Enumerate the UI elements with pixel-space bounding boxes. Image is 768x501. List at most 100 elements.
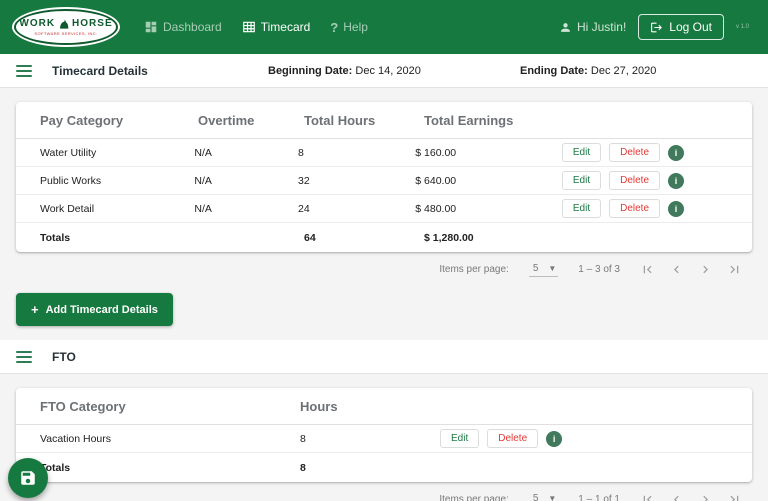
brand-word-work: WORK <box>19 19 55 29</box>
brand-subtitle: SOFTWARE SERVICES, INC. <box>34 31 97 36</box>
nav-item-help[interactable]: ? Help <box>330 20 368 35</box>
dashboard-icon <box>144 20 158 34</box>
page-size-value: 5 <box>533 263 539 274</box>
logout-button[interactable]: Log Out <box>638 14 724 40</box>
cell-earnings: $ 480.00 <box>415 203 562 215</box>
beginning-date: Beginning Date: Dec 14, 2020 <box>268 65 421 77</box>
delete-button[interactable]: Delete <box>609 171 660 190</box>
plus-icon: + <box>31 302 39 317</box>
col-fto-category: FTO Category <box>40 399 300 414</box>
page-size-value: 5 <box>533 493 539 501</box>
timecard-table-header: Pay Category Overtime Total Hours Total … <box>16 102 752 139</box>
cell-overtime: N/A <box>194 203 298 215</box>
next-page-icon[interactable] <box>698 262 713 277</box>
page-range-text: 1 – 3 of 3 <box>578 264 620 275</box>
fto-totals-row: Totals 8 <box>16 453 752 482</box>
totals-hours: 64 <box>304 232 424 244</box>
cell-overtime: N/A <box>194 175 298 187</box>
add-timecard-details-button[interactable]: + Add Timecard Details <box>16 293 173 326</box>
edit-button[interactable]: Edit <box>562 143 601 162</box>
col-pay-category: Pay Category <box>40 113 198 128</box>
beginning-date-label: Beginning Date: <box>268 65 352 77</box>
delete-button[interactable]: Delete <box>609 199 660 218</box>
edit-button[interactable]: Edit <box>562 199 601 218</box>
totals-label: Totals <box>40 232 198 244</box>
timecard-section-title: Timecard Details <box>52 64 148 78</box>
logout-icon <box>650 21 663 34</box>
fto-section-title: FTO <box>52 350 76 364</box>
cell-overtime: N/A <box>194 147 298 159</box>
timecard-table: Pay Category Overtime Total Hours Total … <box>16 102 752 252</box>
nav-item-timecard[interactable]: Timecard <box>242 20 311 34</box>
cell-category: Work Detail <box>40 203 194 215</box>
col-total-hours: Total Hours <box>304 113 424 128</box>
cell-hours: 8 <box>298 147 415 159</box>
edit-button[interactable]: Edit <box>440 429 479 448</box>
fto-totals-hours: 8 <box>300 462 440 474</box>
items-per-page-label: Items per page: <box>439 264 508 275</box>
table-row: Work Detail N/A 24 $ 480.00 Edit Delete … <box>16 195 752 223</box>
paginator-controls <box>640 262 742 277</box>
page-size-select[interactable]: 5 ▼ <box>529 492 558 501</box>
fto-totals-label: Totals <box>40 462 300 474</box>
add-button-label: Add Timecard Details <box>46 304 158 316</box>
cell-hours: 32 <box>298 175 415 187</box>
next-page-icon[interactable] <box>698 492 713 501</box>
nav-item-dashboard[interactable]: Dashboard <box>144 20 222 34</box>
cell-category: Public Works <box>40 175 194 187</box>
fto-menu-icon[interactable] <box>16 351 32 363</box>
timecard-totals-row: Totals 64 $ 1,280.00 <box>16 223 752 252</box>
brand-word-horse: HORSE <box>72 19 113 29</box>
delete-button[interactable]: Delete <box>609 143 660 162</box>
paginator-controls <box>640 492 742 501</box>
table-row: Water Utility N/A 8 $ 160.00 Edit Delete… <box>16 139 752 167</box>
ending-date-label: Ending Date: <box>520 65 588 77</box>
col-total-earnings: Total Earnings <box>424 113 574 128</box>
first-page-icon[interactable] <box>640 492 655 501</box>
nav-label-help: Help <box>343 20 368 34</box>
workhorse-logo[interactable]: WORK HORSE SOFTWARE SERVICES, INC. <box>14 9 118 45</box>
last-page-icon[interactable] <box>727 492 742 501</box>
fto-section-header: FTO <box>0 340 768 374</box>
timecard-menu-icon[interactable] <box>16 65 32 77</box>
info-icon[interactable]: i <box>668 201 684 217</box>
info-icon[interactable]: i <box>668 173 684 189</box>
delete-button[interactable]: Delete <box>487 429 538 448</box>
cell-hours: 24 <box>298 203 415 215</box>
beginning-date-value: Dec 14, 2020 <box>355 65 420 77</box>
info-icon[interactable]: i <box>546 431 562 447</box>
save-icon <box>19 469 37 487</box>
col-overtime: Overtime <box>198 113 304 128</box>
greeting-text: Hi Justin! <box>577 20 626 34</box>
top-navbar: WORK HORSE SOFTWARE SERVICES, INC. Dashb… <box>0 0 768 54</box>
horse-icon <box>58 19 69 30</box>
page-size-select[interactable]: 5 ▼ <box>529 262 558 277</box>
table-row: Vacation Hours 8 Edit Delete i <box>16 425 752 453</box>
timecard-section-header: Timecard Details Beginning Date: Dec 14,… <box>0 54 768 88</box>
fto-table: FTO Category Hours Vacation Hours 8 Edit… <box>16 388 752 482</box>
page-range-text: 1 – 1 of 1 <box>578 494 620 501</box>
chevron-down-icon: ▼ <box>548 264 556 273</box>
cell-earnings: $ 160.00 <box>415 147 562 159</box>
last-page-icon[interactable] <box>727 262 742 277</box>
nav-links: Dashboard Timecard ? Help <box>144 20 368 35</box>
first-page-icon[interactable] <box>640 262 655 277</box>
cell-fto-category: Vacation Hours <box>40 433 300 445</box>
app-version-text: v 1.0 <box>736 24 754 31</box>
prev-page-icon[interactable] <box>669 492 684 501</box>
user-greeting: Hi Justin! <box>559 20 626 34</box>
items-per-page-label: Items per page: <box>439 494 508 501</box>
timecard-paginator: Items per page: 5 ▼ 1 – 3 of 3 <box>0 252 768 279</box>
prev-page-icon[interactable] <box>669 262 684 277</box>
info-icon[interactable]: i <box>668 145 684 161</box>
cell-fto-hours: 8 <box>300 433 440 445</box>
help-question-icon: ? <box>330 20 338 35</box>
cell-earnings: $ 640.00 <box>415 175 562 187</box>
fto-table-header: FTO Category Hours <box>16 388 752 425</box>
table-row: Public Works N/A 32 $ 640.00 Edit Delete… <box>16 167 752 195</box>
nav-label-dashboard: Dashboard <box>163 20 222 34</box>
totals-earnings: $ 1,280.00 <box>424 232 574 244</box>
save-fab-button[interactable] <box>8 458 48 498</box>
ending-date-value: Dec 27, 2020 <box>591 65 656 77</box>
edit-button[interactable]: Edit <box>562 171 601 190</box>
